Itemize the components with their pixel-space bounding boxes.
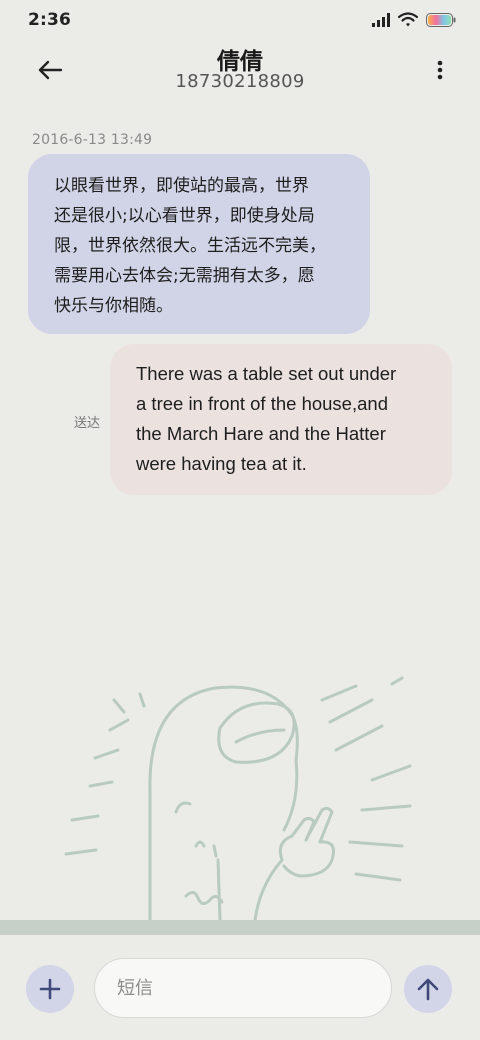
send-arrow-up-icon xyxy=(417,978,439,1001)
status-time: 2:36 xyxy=(28,10,72,30)
message-line: were having tea at it. xyxy=(136,453,307,474)
message-line: the March Hare and the Hatter xyxy=(136,423,386,444)
plus-icon xyxy=(39,978,61,1000)
message-line: 限，世界依然很大。生活远不完美， xyxy=(54,236,326,256)
more-vertical-icon xyxy=(437,60,443,80)
status-bar: 2:36 xyxy=(0,0,480,40)
message-line: There was a table set out under xyxy=(136,363,397,384)
message-line: 还是很小;以心看世界，即使身处局 xyxy=(54,206,315,226)
status-icons xyxy=(372,12,456,27)
outgoing-message-bubble[interactable]: There was a table set out under a tree i… xyxy=(110,344,452,495)
conversation-screen: 2:36 倩倩 18730218809 2016-6-13 13:49 以眼看世… xyxy=(0,0,480,1040)
message-line: 以眼看世界，即使站的最高，世界 xyxy=(54,176,309,196)
message-line: 快乐与你相随。 xyxy=(54,296,173,316)
contact-number: 18730218809 xyxy=(175,71,305,92)
message-input[interactable] xyxy=(94,958,392,1018)
message-line: a tree in front of the house,and xyxy=(136,393,388,414)
wallpaper-illustration xyxy=(64,676,412,920)
delivery-status: 送达 xyxy=(74,416,101,431)
message-composer xyxy=(0,935,480,1040)
incoming-message-bubble[interactable]: 以眼看世界，即使站的最高，世界 还是很小;以心看世界，即使身处局 限，世界依然很… xyxy=(28,154,370,334)
add-attachment-button[interactable] xyxy=(26,965,74,1013)
signal-icon xyxy=(372,12,390,27)
send-button[interactable] xyxy=(404,965,452,1013)
illustration-ground xyxy=(0,920,480,935)
message-timestamp: 2016-6-13 13:49 xyxy=(32,132,153,148)
wifi-icon xyxy=(398,12,418,27)
battery-icon xyxy=(426,12,456,27)
conversation-header: 倩倩 18730218809 xyxy=(0,40,480,100)
message-line: 需要用心去体会;无需拥有太多，愿 xyxy=(54,266,315,286)
more-options-button[interactable] xyxy=(430,54,450,86)
